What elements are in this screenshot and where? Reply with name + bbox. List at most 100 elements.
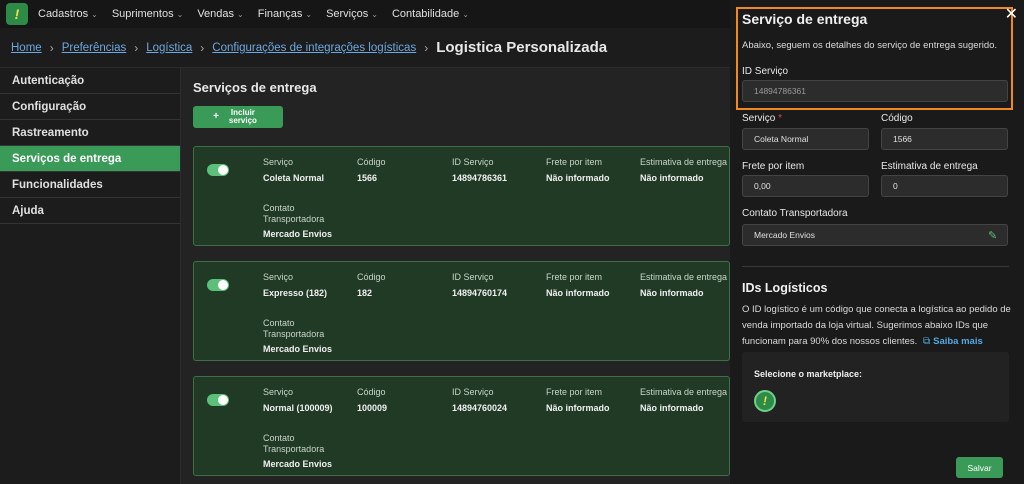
breadcrumb-home[interactable]: Home <box>11 42 42 54</box>
sidebar-item-configuracao[interactable]: Configuração <box>0 94 180 120</box>
estimativa-field[interactable]: 0 <box>881 175 1008 197</box>
panel-title: Serviço de entrega <box>742 11 868 27</box>
breadcrumb-preferencias[interactable]: Preferências <box>62 42 127 54</box>
contato-label: Contato Transportadora <box>263 318 325 339</box>
section-title: Serviços de entrega <box>193 80 317 95</box>
menu-suprimentos[interactable]: Suprimentos ⌄ <box>112 8 183 20</box>
sidebar-item-ajuda[interactable]: Ajuda <box>0 198 180 224</box>
chevron-right-icon: › <box>134 40 139 55</box>
card-col-codigo: Código 100009 <box>357 387 387 413</box>
servico-label: Serviço <box>263 272 294 282</box>
sidebar-item-servicos-de-entrega[interactable]: Serviços de entrega <box>0 146 180 172</box>
frete-value: Não informado <box>546 403 610 413</box>
enable-toggle[interactable] <box>207 164 229 176</box>
required-mark: * <box>778 113 783 124</box>
estimativa-label: Estimativa de entrega <box>640 272 728 282</box>
menu-vendas[interactable]: Vendas ⌄ <box>197 8 243 20</box>
contato-label: Contato Transportadora <box>263 433 325 454</box>
frete-label: Frete por item <box>546 157 603 167</box>
menu-label: Serviços <box>326 8 369 20</box>
main-content: Serviços de entrega + Incluir serviço Se… <box>181 68 730 484</box>
contato-value: Mercado Envios <box>263 459 333 469</box>
enable-toggle[interactable] <box>207 394 229 406</box>
panel-description: Abaixo, seguem os detalhes do serviço de… <box>742 40 998 51</box>
contato-value: Mercado Envios <box>754 230 815 240</box>
contato-field[interactable]: Mercado Envios ✎ <box>742 224 1008 246</box>
save-button[interactable]: Salvar <box>956 457 1003 478</box>
service-card[interactable]: Serviço Normal (100009) Código 100009 ID Ser… <box>193 376 730 476</box>
card-col-id-servico: ID Serviço 14894760024 <box>452 387 507 413</box>
add-service-button[interactable]: + Incluir serviço <box>193 106 283 128</box>
card-col-servico: Serviço Expresso (182) <box>263 272 327 298</box>
chevron-down-icon: ⌄ <box>371 9 378 19</box>
codigo-value: 182 <box>357 288 373 298</box>
card-col-contato: Contato Transportadora Mercado Envios <box>263 203 333 239</box>
servico-label-text: Serviço <box>742 113 776 124</box>
id-servico-label: ID Serviço <box>452 157 494 167</box>
id-servico-label: ID Serviço <box>452 272 494 282</box>
breadcrumb: Home › Preferências › Logística › Config… <box>0 28 730 68</box>
chevron-down-icon: ⌄ <box>462 9 469 19</box>
servico-value: Coleta Normal <box>263 173 325 183</box>
menu-cadastros[interactable]: Cadastros ⌄ <box>38 8 98 20</box>
external-link-icon[interactable]: ⧉ <box>923 336 930 347</box>
close-icon[interactable]: ✕ <box>1005 4 1018 24</box>
frete-value: Não informado <box>546 288 610 298</box>
main-menu: Cadastros ⌄ Suprimentos ⌄ Vendas ⌄ Finanças… <box>38 8 469 20</box>
chevron-down-icon: ⌄ <box>176 9 184 19</box>
divider <box>742 266 1009 267</box>
menu-label: Vendas <box>197 8 235 20</box>
breadcrumb-logistica[interactable]: Logística <box>146 42 192 54</box>
id-servico-value: 14894760024 <box>452 403 508 413</box>
estimativa-value: Não informado <box>640 403 704 413</box>
frete-field[interactable]: 0,00 <box>742 175 869 197</box>
estimativa-label: Estimativa de entrega <box>881 161 978 172</box>
service-card[interactable]: Serviço Expresso (182) Código 182 ID Serviço… <box>193 261 730 361</box>
card-col-estimativa: Estimativa de entrega Não informado <box>640 157 727 183</box>
codigo-label: Código <box>357 157 386 167</box>
id-servico-label: ID Serviço <box>452 387 494 397</box>
card-col-frete: Frete por item Não informado <box>546 157 610 183</box>
service-card[interactable]: Serviço Coleta Normal Código 1566 ID Serviço… <box>193 146 730 246</box>
chevron-down-icon: ⌄ <box>305 9 313 19</box>
codigo-value: 1566 <box>357 173 378 183</box>
contato-value: Mercado Envios <box>263 344 333 354</box>
menu-contabilidade[interactable]: Contabilidade ⌄ <box>392 8 469 20</box>
id-servico-value: 14894760174 <box>452 288 508 298</box>
saiba-mais-link[interactable]: Saiba mais <box>933 336 983 347</box>
card-col-id-servico: ID Serviço 14894786361 <box>452 157 507 183</box>
menu-servicos[interactable]: Serviços ⌄ <box>326 8 378 20</box>
codigo-field[interactable]: 1566 <box>881 128 1008 150</box>
breadcrumb-configuracoes[interactable]: Configurações de integrações logísticas <box>212 42 416 54</box>
top-nav-bar: ! Cadastros ⌄ Suprimentos ⌄ Vendas ⌄ Finanç… <box>0 0 730 28</box>
id-servico-field[interactable]: 14894786361 <box>742 80 1008 102</box>
servico-label: Serviço <box>263 387 294 397</box>
servico-field[interactable]: Coleta Normal <box>742 128 869 150</box>
codigo-label: Código <box>357 387 386 397</box>
card-col-estimativa: Estimativa de entrega Não informado <box>640 272 727 298</box>
estimativa-label: Estimativa de entrega <box>640 157 728 167</box>
service-detail-panel: ✕ Serviço de entrega Abaixo, seguem os d… <box>730 0 1024 484</box>
pencil-icon[interactable]: ✎ <box>988 229 1000 242</box>
codigo-value: 100009 <box>357 403 388 413</box>
frete-label: Frete por item <box>742 161 805 172</box>
sidebar-item-funcionalidades[interactable]: Funcionalidades <box>0 172 180 198</box>
page-title: Logistica Personalizada <box>436 39 608 56</box>
id-servico-label: ID Serviço <box>742 66 789 77</box>
marketplace-option-icon[interactable]: ! <box>754 390 776 412</box>
codigo-label: Código <box>357 272 386 282</box>
card-col-id-servico: ID Serviço 14894760174 <box>452 272 507 298</box>
chevron-right-icon: › <box>49 40 54 55</box>
menu-financas[interactable]: Finanças ⌄ <box>258 8 312 20</box>
contato-label: Contato Transportadora <box>263 203 325 224</box>
menu-label: Suprimentos <box>111 8 174 20</box>
card-col-codigo: Código 182 <box>357 272 386 298</box>
sidebar: Autenticação Configuração Rastreamento S… <box>0 68 181 484</box>
card-col-frete: Frete por item Não informado <box>546 272 610 298</box>
menu-label: Contabilidade <box>391 8 460 20</box>
sidebar-item-autenticacao[interactable]: Autenticação <box>0 68 180 94</box>
sidebar-item-rastreamento[interactable]: Rastreamento <box>0 120 180 146</box>
frete-value: Não informado <box>546 173 610 183</box>
app-logo[interactable]: ! <box>6 3 28 25</box>
enable-toggle[interactable] <box>207 279 229 291</box>
